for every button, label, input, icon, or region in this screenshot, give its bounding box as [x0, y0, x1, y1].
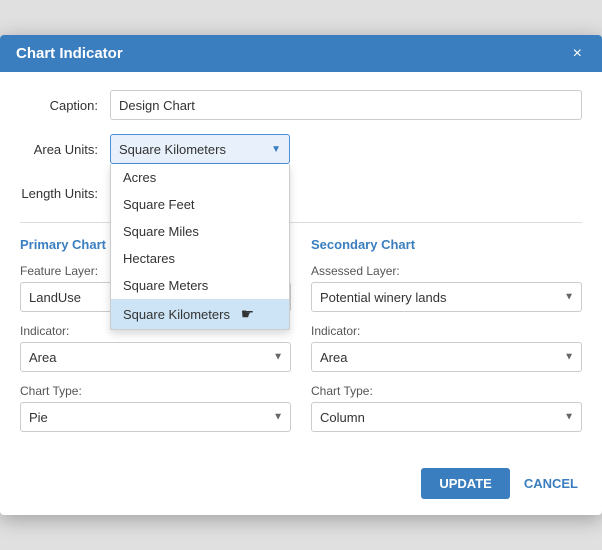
area-units-option-square-meters[interactable]: Square Meters: [111, 272, 289, 299]
area-units-chevron-icon: ▼: [271, 144, 281, 155]
primary-chart-type-label: Chart Type:: [20, 384, 291, 398]
secondary-indicator-select[interactable]: Area: [311, 342, 582, 372]
secondary-assessed-layer-label: Assessed Layer:: [311, 264, 582, 278]
area-units-option-square-miles[interactable]: Square Miles: [111, 218, 289, 245]
area-units-option-hectares[interactable]: Hectares: [111, 245, 289, 272]
area-units-option-square-feet[interactable]: Square Feet: [111, 191, 289, 218]
secondary-chart-type-select-wrapper: Column ▼: [311, 402, 582, 432]
secondary-assessed-layer-field: Assessed Layer: Potential winery lands ▼: [311, 264, 582, 312]
area-units-dropdown-menu: Acres Square Feet Square Miles Hectares …: [110, 164, 290, 330]
cancel-button[interactable]: CANCEL: [520, 468, 582, 499]
primary-indicator-field: Indicator: Area ▼: [20, 324, 291, 372]
secondary-assessed-layer-select-wrapper: Potential winery lands ▼: [311, 282, 582, 312]
area-units-select-wrapper: Square Kilometers ▼ Acres Square Feet Sq…: [110, 134, 290, 164]
secondary-chart-column: Secondary Chart Assessed Layer: Potentia…: [311, 237, 582, 444]
secondary-assessed-layer-select[interactable]: Potential winery lands: [311, 282, 582, 312]
primary-chart-type-field: Chart Type: Pie ▼: [20, 384, 291, 432]
primary-chart-type-select[interactable]: Pie: [20, 402, 291, 432]
caption-label: Caption:: [20, 98, 110, 113]
dialog-header: Chart Indicator ×: [0, 35, 602, 72]
caption-row: Caption:: [20, 90, 582, 120]
length-units-row: Length Units:: [20, 178, 582, 208]
secondary-chart-type-label: Chart Type:: [311, 384, 582, 398]
secondary-chart-type-field: Chart Type: Column ▼: [311, 384, 582, 432]
chart-indicator-dialog: Chart Indicator × Caption: Area Units: S…: [0, 35, 602, 515]
dialog-body: Caption: Area Units: Square Kilometers ▼…: [0, 72, 602, 458]
length-units-label: Length Units:: [20, 186, 110, 201]
section-divider: [20, 222, 582, 223]
close-button[interactable]: ×: [569, 46, 586, 62]
primary-chart-type-select-wrapper: Pie ▼: [20, 402, 291, 432]
caption-input[interactable]: [110, 90, 582, 120]
secondary-chart-type-select[interactable]: Column: [311, 402, 582, 432]
area-units-dropdown-button[interactable]: Square Kilometers ▼: [110, 134, 290, 164]
secondary-indicator-field: Indicator: Area ▼: [311, 324, 582, 372]
primary-indicator-select-wrapper: Area ▼: [20, 342, 291, 372]
secondary-chart-title: Secondary Chart: [311, 237, 582, 252]
secondary-indicator-select-wrapper: Area ▼: [311, 342, 582, 372]
area-units-selected-value: Square Kilometers: [119, 142, 226, 157]
area-units-row: Area Units: Square Kilometers ▼ Acres Sq…: [20, 134, 582, 164]
cursor-icon: ☛: [241, 306, 254, 323]
dialog-footer: UPDATE CANCEL: [0, 458, 602, 515]
dialog-title: Chart Indicator: [16, 45, 123, 62]
area-units-option-square-kilometers[interactable]: Square Kilometers ☛: [111, 299, 289, 329]
primary-indicator-select[interactable]: Area: [20, 342, 291, 372]
area-units-option-acres[interactable]: Acres: [111, 164, 289, 191]
update-button[interactable]: UPDATE: [421, 468, 509, 499]
secondary-indicator-label: Indicator:: [311, 324, 582, 338]
charts-section: Primary Chart Feature Layer: LandUse ▼ I…: [20, 237, 582, 444]
area-units-label: Area Units:: [20, 142, 110, 157]
